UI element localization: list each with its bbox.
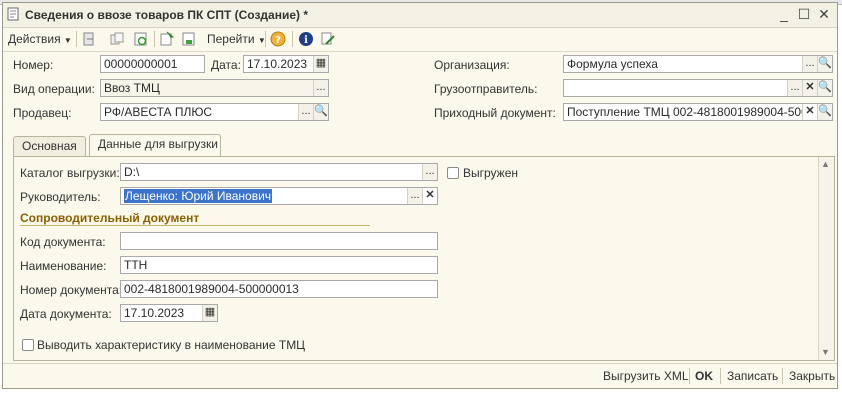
toolbar-separator [689,368,690,384]
dropdown-arrow-icon: ▼ [63,36,72,45]
post-icon[interactable] [159,31,175,47]
export-data-panel: Каталог выгрузки: D:\ ... Выгружен Руков… [13,156,835,361]
doc-date-field[interactable]: 17.10.2023 ▦ [120,304,218,322]
operation-select-button[interactable]: ... [313,80,328,96]
toolbar-separator [154,31,155,47]
tab-export-data[interactable]: Данные для выгрузки [89,134,221,157]
number-label: Номер: [13,58,54,72]
incoming-doc-clear-icon[interactable]: ✕ [802,104,817,120]
catalog-value: D:\ [124,165,140,179]
toolbar-separator [292,31,293,47]
operation-value: Ввоз ТМЦ [104,81,160,95]
actions-menu-label: Действия [8,32,61,46]
maximize-button[interactable]: ☐ [795,5,813,23]
exported-label: Выгружен [463,166,519,180]
manager-clear-icon[interactable]: ✕ [422,188,437,204]
copy-icon[interactable] [109,31,125,47]
shipper-clear-icon[interactable]: ✕ [802,80,817,96]
section-underline [20,225,370,226]
seller-select-button[interactable]: ... [298,104,313,120]
organization-label: Организация: [434,58,510,72]
scroll-up-icon[interactable]: ▲ [821,159,830,169]
toolbar-separator [782,368,783,384]
svg-text:i: i [304,35,308,46]
shipper-label: Грузоотправитель: [434,82,538,96]
bottom-command-bar: Выгрузить XML OK Записать Закрыть [3,363,837,388]
incoming-doc-search-icon[interactable]: 🔍 [817,104,832,120]
incoming-doc-field[interactable]: Поступление ТМЦ 002-4818001989004-500000… [563,103,833,121]
structure-icon[interactable] [181,31,197,47]
info-icon[interactable]: i [298,31,314,47]
toolbar-separator [265,31,266,47]
show-characteristic-label: Выводить характеристику в наименование Т… [37,338,306,352]
toolbar-separator [76,31,77,47]
manager-label: Руководитель: [20,190,101,204]
title-bar[interactable]: Сведения о ввозе товаров ПК СПТ (Создани… [3,3,837,28]
catalog-field[interactable]: D:\ ... [120,163,438,181]
close-button[interactable]: Закрыть [789,369,835,383]
seller-value: РФ/АВЕСТА ПЛЮС [104,105,213,119]
goto-menu-label: Перейти [207,32,255,46]
export-xml-button[interactable]: Выгрузить XML [603,369,689,383]
close-window-button[interactable]: ✕ [815,5,833,23]
operation-label: Вид операции: [13,82,95,96]
date-value: 17.10.2023 [247,57,308,71]
window-title: Сведения о ввозе товаров ПК СПТ (Создани… [25,8,308,22]
catalog-select-button[interactable]: ... [422,164,437,180]
operation-field[interactable]: Ввоз ТМЦ ... [100,79,329,97]
doc-code-field[interactable] [120,232,438,250]
tab-main[interactable]: Основная [13,136,86,156]
doc-date-label: Дата документа: [20,307,112,321]
toolbar: Действия ▼ Перейти ▼ ? i [3,27,837,52]
toolbar-separator [720,368,721,384]
organization-value: Формула успеха [567,57,658,71]
organization-select-button[interactable]: ... [802,56,817,72]
seller-label: Продавец: [13,106,72,120]
refresh-icon[interactable] [133,31,149,47]
manager-select-button[interactable]: ... [407,188,422,204]
seller-field[interactable]: РФ/АВЕСТА ПЛЮС ... 🔍 [100,103,329,121]
incoming-doc-value: Поступление ТМЦ 002-4818001989004-500000 [567,105,828,119]
doc-code-label: Код документа: [20,235,106,249]
vertical-scrollbar[interactable]: ▲ ▼ [818,157,834,360]
section-title: Сопроводительный документ [20,211,200,225]
edit-icon[interactable] [320,31,336,47]
save-button[interactable]: Записать [727,369,778,383]
document-icon [7,7,19,21]
name-field[interactable]: ТТН [120,256,438,274]
name-label: Наименование: [20,259,107,273]
exit-icon[interactable] [81,31,97,47]
calendar-icon[interactable]: ▦ [202,305,217,321]
date-field[interactable]: 17.10.2023 ▦ [243,55,329,73]
actions-menu-button[interactable]: Действия ▼ [8,30,72,48]
shipper-select-button[interactable]: ... [787,80,802,96]
shipper-search-icon[interactable]: 🔍 [817,80,832,96]
date-label: Дата: [211,58,241,72]
seller-search-icon[interactable]: 🔍 [313,104,328,120]
ok-button[interactable]: OK [695,369,713,383]
manager-value: Лещенко: Юрий Иванович [124,189,273,203]
calendar-icon[interactable]: ▦ [313,56,328,72]
goto-menu-button[interactable]: Перейти ▼ [207,30,266,48]
doc-date-value: 17.10.2023 [124,306,185,320]
shipper-field[interactable]: ... ✕ 🔍 [563,79,833,97]
organization-search-icon[interactable]: 🔍 [817,56,832,72]
show-characteristic-checkbox[interactable] [22,339,34,351]
minimize-button[interactable]: _ [775,5,793,23]
incoming-doc-label: Приходный документ: [434,106,556,120]
number-field[interactable]: 00000000001 [100,55,205,73]
help-icon[interactable]: ? [270,31,286,47]
catalog-label: Каталог выгрузки: [20,166,120,180]
doc-number-label: Номер документа: [20,283,123,297]
document-window: Сведения о ввозе товаров ПК СПТ (Создани… [2,2,838,389]
svg-text:?: ? [275,35,281,46]
organization-field[interactable]: Формула успеха ... 🔍 [563,55,833,73]
doc-number-field[interactable]: 002-4818001989004-500000013 [120,280,438,298]
scroll-down-icon[interactable]: ▼ [821,347,830,357]
exported-checkbox[interactable] [447,167,459,179]
manager-field[interactable]: Лещенко: Юрий Иванович ... ✕ [120,187,438,205]
